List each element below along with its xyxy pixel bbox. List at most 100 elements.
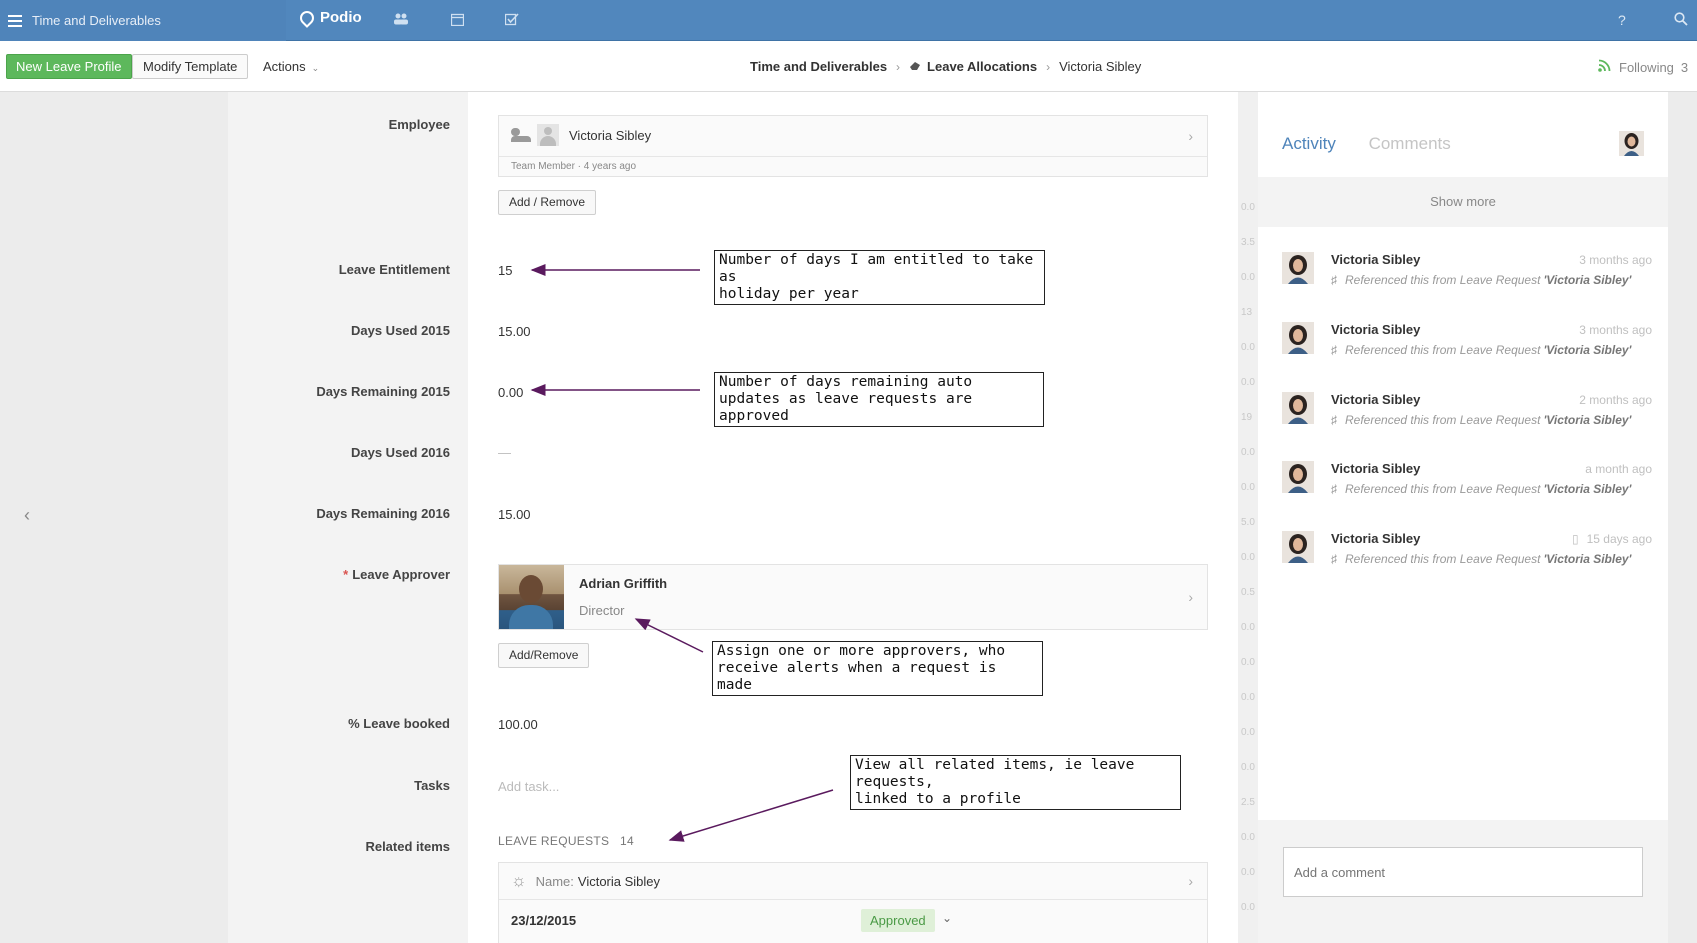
contacts-icon[interactable]	[394, 13, 408, 27]
workspace-switcher[interactable]: Time and Deliverables	[0, 0, 286, 41]
feed-action: Referenced this from Leave Request	[1345, 413, 1541, 427]
list-item[interactable]: Victoria Sibley 3 months ago ♯ Referenced…	[1282, 322, 1652, 366]
field-label-leave-entitlement: Leave Entitlement	[338, 262, 450, 277]
related-leave-request-card[interactable]: ☼ Name: Victoria Sibley › 23/12/2015 App…	[498, 862, 1208, 943]
breadcrumb-app[interactable]: Leave Allocations	[927, 59, 1037, 74]
employee-meta: Team Member · 4 years ago	[499, 156, 1207, 177]
avatar[interactable]	[1619, 131, 1644, 156]
reference-icon: ♯	[1331, 482, 1337, 496]
avatar	[1282, 531, 1314, 563]
approver-name: Adrian Griffith	[579, 576, 668, 591]
list-item[interactable]: Victoria Sibley ▯ 15 days ago ♯ Referenced…	[1282, 531, 1652, 575]
list-item[interactable]: Victoria Sibley 3 months ago ♯ Referenced…	[1282, 252, 1652, 296]
add-task-input[interactable]: Add task...	[498, 779, 559, 794]
leave-approver-card[interactable]: Adrian Griffith Director ›	[498, 564, 1208, 630]
feed-target[interactable]: 'Victoria Sibley'	[1543, 343, 1631, 357]
chevron-right-icon: ›	[1188, 589, 1193, 605]
feed-target[interactable]: 'Victoria Sibley'	[1543, 482, 1631, 496]
tab-activity[interactable]: Activity	[1282, 134, 1336, 153]
mobile-icon: ▯	[1572, 532, 1579, 546]
breadcrumb-item: Victoria Sibley	[1059, 59, 1142, 74]
feed-target[interactable]: 'Victoria Sibley'	[1543, 552, 1631, 566]
strip-value: 0.0	[1241, 202, 1255, 213]
leave-entitlement-value[interactable]: 15	[498, 263, 512, 278]
avatar	[1282, 461, 1314, 493]
following-toggle[interactable]: Following 3	[1598, 59, 1688, 75]
feed-action: Referenced this from Leave Request	[1345, 343, 1541, 357]
feed-time: ▯ 15 days ago	[1572, 532, 1652, 546]
hamburger-menu-icon[interactable]	[8, 14, 22, 27]
related-name-value: Victoria Sibley	[577, 873, 661, 889]
comment-input[interactable]	[1283, 847, 1643, 897]
feed-target[interactable]: 'Victoria Sibley'	[1543, 273, 1631, 287]
brand-name: Podio	[320, 9, 362, 26]
modify-template-button[interactable]: Modify Template	[132, 54, 249, 79]
employee-card[interactable]: Victoria Sibley › Team Member · 4 years …	[498, 115, 1208, 177]
previous-item-chevron-icon[interactable]: ‹	[24, 505, 30, 526]
podio-pin-icon	[297, 7, 317, 28]
tasks-check-icon[interactable]	[504, 13, 519, 27]
help-icon[interactable]: ?	[1618, 12, 1626, 28]
chevron-down-icon: ⌄	[311, 63, 320, 73]
feed-target[interactable]: 'Victoria Sibley'	[1543, 413, 1631, 427]
list-item[interactable]: Victoria Sibley 2 months ago ♯ Referenced…	[1282, 392, 1652, 436]
feed-time: 3 months ago	[1579, 323, 1652, 337]
related-group-header[interactable]: LEAVE REQUESTS 14	[498, 834, 634, 848]
reference-icon: ♯	[1331, 413, 1337, 427]
feed-text: ♯ Referenced this from Leave Request 'Vict…	[1331, 413, 1631, 427]
days-remaining-2016-value: 15.00	[498, 507, 531, 522]
feed-author[interactable]: Victoria Sibley	[1331, 461, 1420, 476]
strip-value: 0.0	[1241, 447, 1255, 458]
following-count: 3	[1680, 59, 1689, 75]
strip-value: 0.0	[1241, 552, 1255, 563]
breadcrumb: Time and Deliverables › Leave Allocation…	[750, 59, 1141, 74]
avatar	[1282, 252, 1314, 284]
related-group-title: LEAVE REQUESTS	[498, 834, 610, 848]
action-bar: New Leave Profile Modify Template Action…	[0, 41, 1697, 92]
avatar	[1282, 322, 1314, 354]
podio-logo[interactable]: Podio	[297, 7, 362, 28]
feed-author[interactable]: Victoria Sibley	[1331, 252, 1420, 267]
strip-value: 0.0	[1241, 622, 1255, 633]
feed-text: ♯ Referenced this from Leave Request 'Vict…	[1331, 552, 1631, 566]
employee-add-remove-button[interactable]: Add / Remove	[498, 190, 597, 215]
strip-value: 0.0	[1241, 342, 1255, 353]
feed-author[interactable]: Victoria Sibley	[1331, 322, 1420, 337]
related-date: 23/12/2015	[511, 913, 577, 928]
strip-value: 0.0	[1241, 832, 1255, 843]
status-badge: Approved	[861, 909, 935, 932]
feed-text: ♯ Referenced this from Leave Request 'Vict…	[1331, 273, 1631, 287]
strip-value: 0.0	[1241, 902, 1255, 913]
field-label-days-remaining-2015: Days Remaining 2015	[316, 384, 450, 399]
days-used-2015-value: 15.00	[498, 324, 531, 339]
top-bar: Time and Deliverables Podio ?	[0, 0, 1697, 41]
reference-icon: ♯	[1331, 552, 1337, 566]
show-more-button[interactable]: Show more	[1258, 177, 1668, 227]
days-used-2016-value: —	[498, 445, 511, 460]
list-item[interactable]: Victoria Sibley a month ago ♯ Referenced …	[1282, 461, 1652, 505]
chevron-right-icon: ›	[1188, 128, 1193, 144]
related-group-count: 14	[620, 834, 634, 848]
breadcrumb-workspace[interactable]: Time and Deliverables	[750, 59, 887, 74]
feed-time-text: 15 days ago	[1586, 532, 1652, 546]
feed-action: Referenced this from Leave Request	[1345, 482, 1541, 496]
annotation-remaining: Number of days remaining auto updates as…	[714, 372, 1044, 427]
feed-author[interactable]: Victoria Sibley	[1331, 531, 1420, 546]
feed-text: ♯ Referenced this from Leave Request 'Vict…	[1331, 482, 1631, 496]
strip-value: 19	[1241, 412, 1253, 423]
tab-comments[interactable]: Comments	[1369, 134, 1451, 153]
search-icon[interactable]	[1674, 12, 1688, 29]
approver-add-remove-button[interactable]: Add/Remove	[498, 643, 590, 668]
field-label-leave-approver: * Leave Approver	[343, 567, 450, 582]
calendar-icon[interactable]	[450, 13, 464, 27]
chevron-down-icon[interactable]: ⌄	[942, 911, 952, 925]
new-leave-profile-button[interactable]: New Leave Profile	[6, 54, 132, 79]
feed-time: a month ago	[1585, 462, 1652, 476]
field-label-tasks: Tasks	[414, 778, 450, 793]
related-name-label: Name:	[535, 873, 574, 889]
feed-action: Referenced this from Leave Request	[1345, 273, 1541, 287]
actions-dropdown[interactable]: Actions ⌄	[263, 59, 319, 74]
feed-author[interactable]: Victoria Sibley	[1331, 392, 1420, 407]
feed-text: ♯ Referenced this from Leave Request 'Vict…	[1331, 343, 1631, 357]
chevron-right-icon: ›	[1188, 873, 1193, 889]
